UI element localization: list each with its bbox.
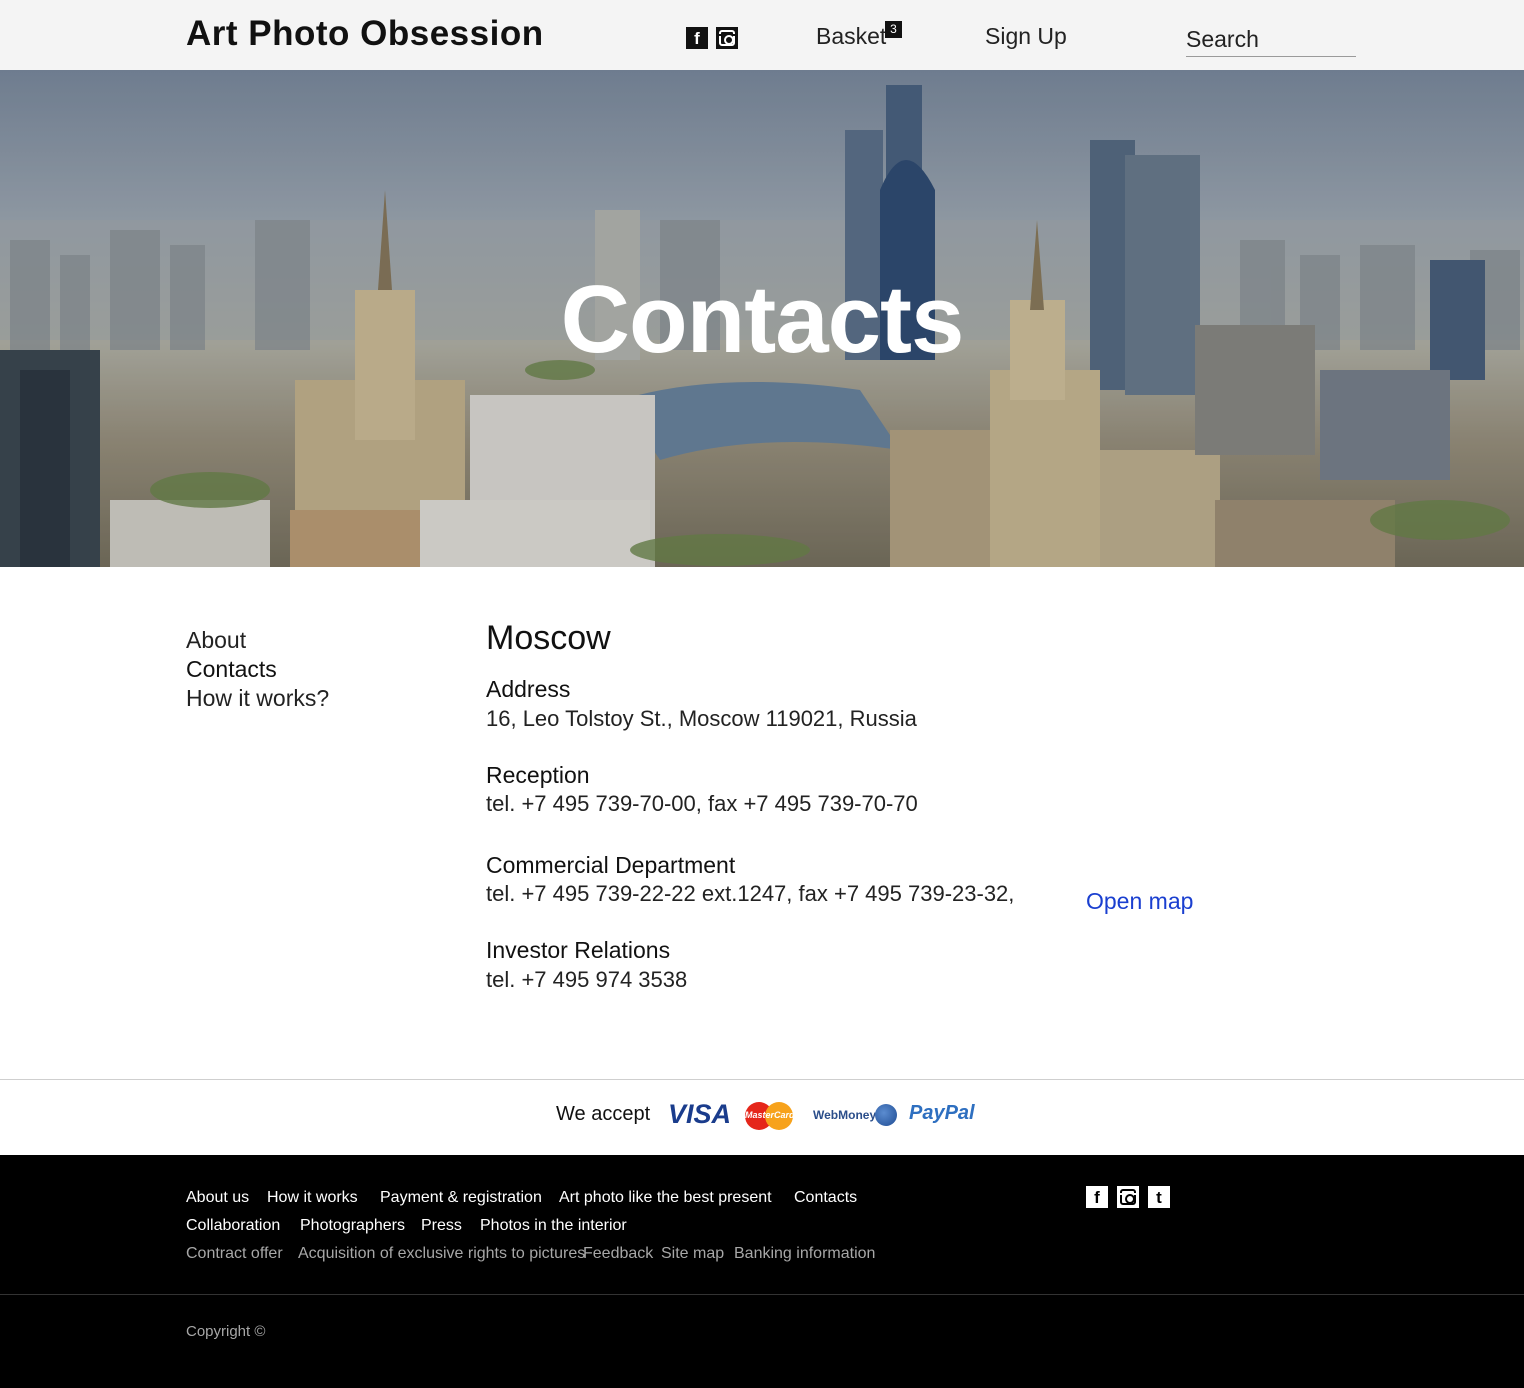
instagram-icon[interactable] xyxy=(1117,1186,1139,1208)
footer-link-about-us[interactable]: About us xyxy=(186,1189,249,1207)
facebook-icon[interactable]: f xyxy=(1086,1186,1108,1208)
instagram-icon[interactable] xyxy=(716,27,738,49)
footer-link-contract-offer[interactable]: Contract offer xyxy=(186,1245,283,1263)
hero-banner: Contacts xyxy=(0,70,1524,567)
footer-link-press[interactable]: Press xyxy=(421,1217,462,1235)
site-footer: About us How it works Payment & registra… xyxy=(0,1155,1524,1388)
basket-count-badge: 3 xyxy=(885,21,902,38)
reception-heading: Reception xyxy=(486,762,590,788)
paypal-logo: PayPal xyxy=(909,1102,975,1124)
copyright-text: Copyright © xyxy=(186,1323,266,1340)
commercial-department-heading: Commercial Department xyxy=(486,852,736,878)
facebook-icon[interactable]: f xyxy=(686,27,708,49)
city-heading: Moscow xyxy=(486,619,611,657)
footer-link-photos-in-interior[interactable]: Photos in the interior xyxy=(480,1217,627,1235)
footer-link-collaboration[interactable]: Collaboration xyxy=(186,1217,280,1235)
footer-link-feedback[interactable]: Feedback xyxy=(583,1245,653,1263)
mastercard-logo: MasterCard xyxy=(745,1102,795,1130)
footer-link-exclusive-rights[interactable]: Acquisition of exclusive rights to pictu… xyxy=(298,1245,585,1263)
address-text: 16, Leo Tolstoy St., Moscow 119021, Russ… xyxy=(486,706,917,731)
investor-relations-heading: Investor Relations xyxy=(486,937,671,963)
footer-divider xyxy=(0,1294,1524,1295)
signup-link[interactable]: Sign Up xyxy=(985,23,1067,50)
commercial-department-text: tel. +7 495 739-22-22 ext.1247, fax +7 4… xyxy=(486,881,1015,906)
site-logo[interactable]: Art Photo Obsession xyxy=(186,14,544,54)
investor-relations-text: tel. +7 495 974 3538 xyxy=(486,967,688,992)
footer-link-site-map[interactable]: Site map xyxy=(661,1245,724,1263)
sidebar-item-contacts[interactable]: Contacts xyxy=(186,656,277,683)
tumblr-icon[interactable]: t xyxy=(1148,1186,1170,1208)
footer-link-payment-registration[interactable]: Payment & registration xyxy=(380,1189,542,1207)
webmoney-logo: WebMoney xyxy=(813,1108,877,1122)
search-input[interactable] xyxy=(1186,22,1356,57)
sidebar-item-how-it-works[interactable]: How it works? xyxy=(186,685,329,712)
reception-text: tel. +7 495 739-70-00, fax +7 495 739-70… xyxy=(486,791,918,816)
we-accept-label: We accept xyxy=(556,1103,651,1125)
address-heading: Address xyxy=(486,676,571,702)
webmoney-globe-icon xyxy=(875,1104,897,1126)
visa-logo: VISA xyxy=(668,1099,732,1129)
footer-link-how-it-works[interactable]: How it works xyxy=(267,1189,358,1207)
footer-link-banking-information[interactable]: Banking information xyxy=(734,1245,875,1263)
payments-divider xyxy=(0,1079,1524,1080)
basket-link[interactable]: Basket xyxy=(816,23,886,50)
page-title: Contacts xyxy=(560,266,965,373)
footer-link-best-present[interactable]: Art photo like the best present xyxy=(559,1189,772,1207)
open-map-link[interactable]: Open map xyxy=(1086,888,1193,915)
site-header: Art Photo Obsession f Basket 3 Sign Up xyxy=(0,0,1524,70)
sidebar-item-about[interactable]: About xyxy=(186,627,246,654)
footer-link-contacts[interactable]: Contacts xyxy=(794,1189,857,1207)
footer-link-photographers[interactable]: Photographers xyxy=(300,1217,405,1235)
